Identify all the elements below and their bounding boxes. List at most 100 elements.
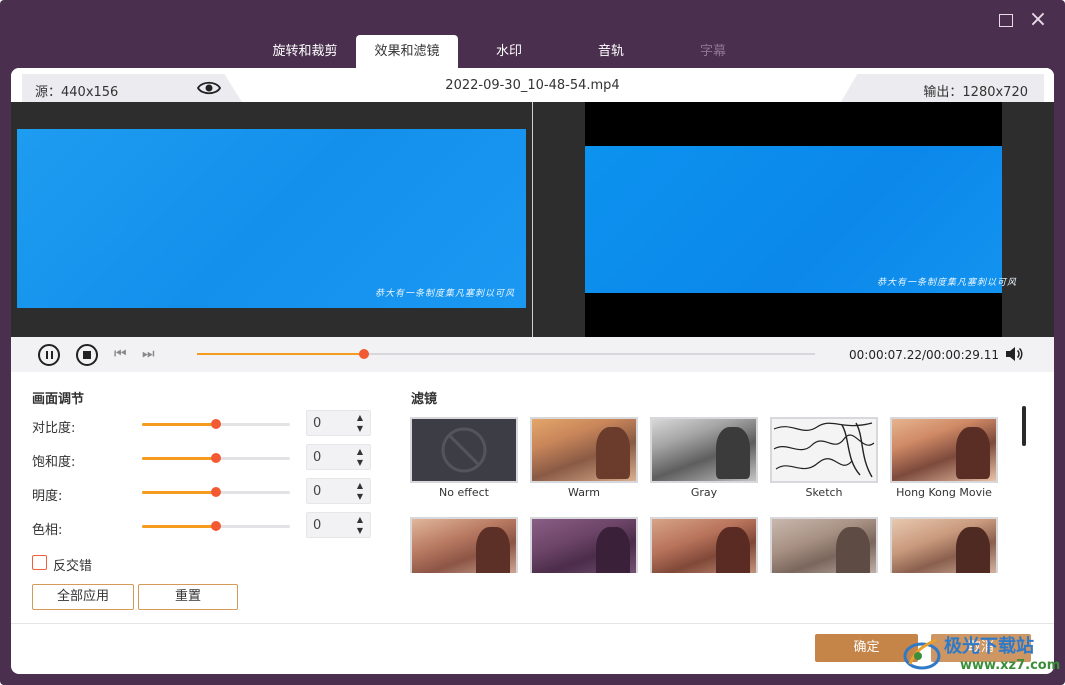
decrement-icon[interactable]: ▼ xyxy=(354,526,366,536)
filter-label: Gray xyxy=(690,486,718,499)
previous-frame-icon[interactable]: ⏮ xyxy=(114,345,127,363)
tab-watermark[interactable]: 水印 xyxy=(458,35,560,68)
slider-fill xyxy=(142,525,216,528)
tab-subtitles: 字幕 xyxy=(699,44,726,59)
increment-icon[interactable]: ▲ xyxy=(354,481,366,491)
brightness-label: 明度: xyxy=(32,489,63,504)
source-preview: 恭大有一条制度集凡塞刺以可风 xyxy=(11,102,532,337)
saturation-value[interactable]: 0 xyxy=(313,450,321,465)
filter-thumbnail xyxy=(890,517,998,573)
increment-icon[interactable]: ▲ xyxy=(354,447,366,457)
filter-label: Warm xyxy=(568,486,600,499)
filter-thumbnail xyxy=(770,417,878,483)
saturation-slider[interactable] xyxy=(142,453,290,463)
contrast-row: 对比度: 0 ▲ ▼ xyxy=(11,410,391,438)
contrast-slider[interactable] xyxy=(142,419,290,429)
slider-fill xyxy=(142,457,216,460)
filter-item[interactable] xyxy=(410,517,518,573)
editor-panel: 源：440x156 2022-09-30_10-48-54.mp4 输出：128… xyxy=(11,68,1054,674)
volume-icon[interactable] xyxy=(1005,346,1023,362)
filter-item[interactable] xyxy=(650,517,758,573)
slider-fill xyxy=(142,491,216,494)
brightness-slider[interactable] xyxy=(142,487,290,497)
sketch-pattern xyxy=(773,422,875,478)
output-video-frame xyxy=(585,146,1002,293)
slider-knob[interactable] xyxy=(211,419,221,429)
slider-knob[interactable] xyxy=(211,521,221,531)
info-bar: 源：440x156 2022-09-30_10-48-54.mp4 输出：128… xyxy=(11,68,1054,102)
filter-thumbnail xyxy=(650,517,758,573)
increment-icon[interactable]: ▲ xyxy=(354,515,366,525)
filter-label: Sketch xyxy=(805,486,843,499)
stop-button[interactable] xyxy=(76,344,98,366)
saturation-row: 饱和度: 0 ▲ ▼ xyxy=(11,444,391,472)
increment-icon[interactable]: ▲ xyxy=(354,413,366,423)
site-logo-title: 极光下载站 xyxy=(944,636,1034,657)
hue-row: 色相: 0 ▲ ▼ xyxy=(11,512,391,540)
pause-icon xyxy=(46,351,53,359)
filter-label: No effect xyxy=(439,486,489,499)
picture-adjust-section: 画面调节 对比度: 0 ▲ ▼ 饱和度: 0 ▲ ▼ 明度: 0 ▲ ▼ 色相:… xyxy=(11,372,391,622)
site-logo-url: www.xz7.com xyxy=(960,658,1061,673)
contrast-label: 对比度: xyxy=(32,421,76,436)
decrement-icon[interactable]: ▼ xyxy=(354,492,366,502)
brightness-stepper[interactable]: 0 ▲ ▼ xyxy=(306,478,371,504)
deinterlace-label: 反交错 xyxy=(53,559,93,574)
progress-knob[interactable] xyxy=(358,349,369,359)
stop-icon xyxy=(83,351,91,359)
brightness-row: 明度: 0 ▲ ▼ xyxy=(11,478,391,506)
footer-divider xyxy=(11,623,1054,624)
preview-divider xyxy=(532,102,533,337)
pause-button[interactable] xyxy=(38,344,60,366)
preview-area: 恭大有一条制度集凡塞刺以可风 恭大有一条制度集凡塞刺以可风 xyxy=(11,102,1054,337)
video-watermark-text: 恭大有一条制度集凡塞刺以可风 xyxy=(375,289,516,299)
hue-stepper[interactable]: 0 ▲ ▼ xyxy=(306,512,371,538)
playback-progress-bar[interactable] xyxy=(197,349,815,359)
editor-window: × 旋转和裁剪 效果和滤镜 水印 音轨 字幕 源：440x156 2022-09… xyxy=(0,0,1065,685)
filters-scrollbar[interactable] xyxy=(1022,406,1026,446)
tab-rotate-crop[interactable]: 旋转和裁剪 xyxy=(254,35,356,68)
slider-fill xyxy=(142,423,216,426)
playback-controls: ⏮ ⏭ 00:00:07.22/00:00:29.11 xyxy=(11,337,1054,372)
saturation-stepper[interactable]: 0 ▲ ▼ xyxy=(306,444,371,470)
output-resolution: 输出：1280x720 xyxy=(923,85,1028,100)
progress-fill xyxy=(197,353,364,355)
filter-thumbnail xyxy=(770,517,878,573)
filter-thumbnail xyxy=(530,417,638,483)
slider-knob[interactable] xyxy=(211,453,221,463)
deinterlace-checkbox[interactable] xyxy=(32,555,47,570)
filter-thumbnail xyxy=(410,517,518,573)
no-effect-icon xyxy=(441,427,487,473)
site-watermark-logo: 极光下载站 www.xz7.com xyxy=(900,630,1060,680)
hue-value[interactable]: 0 xyxy=(313,518,321,533)
brightness-value[interactable]: 0 xyxy=(313,484,321,499)
apply-all-button[interactable]: 全部应用 xyxy=(32,584,134,610)
tab-audio-track[interactable]: 音轨 xyxy=(560,35,662,68)
filter-label: Hong Kong Movie xyxy=(896,486,992,499)
decrement-icon[interactable]: ▼ xyxy=(354,424,366,434)
slider-knob[interactable] xyxy=(211,487,221,497)
filters-title: 滤镜 xyxy=(411,392,438,407)
next-frame-icon[interactable]: ⏭ xyxy=(142,345,155,363)
tab-effects-filters[interactable]: 效果和滤镜 xyxy=(356,35,458,68)
filter-thumbnail xyxy=(410,417,518,483)
filter-thumbnail xyxy=(650,417,758,483)
source-video-frame xyxy=(17,129,526,308)
contrast-value[interactable]: 0 xyxy=(313,416,321,431)
reset-button[interactable]: 重置 xyxy=(138,584,238,610)
tab-bar: 旋转和裁剪 效果和滤镜 水印 音轨 字幕 xyxy=(254,35,764,68)
adjust-title: 画面调节 xyxy=(32,392,85,407)
close-icon[interactable]: × xyxy=(1028,9,1048,31)
filter-thumbnail xyxy=(890,417,998,483)
filters-section: 滤镜 No effect Warm Gray Sketch Hong Kong … xyxy=(401,372,1054,622)
video-watermark-text: 恭大有一条制度集凡塞刺以可风 xyxy=(877,278,1018,288)
maximize-icon[interactable] xyxy=(996,10,1016,30)
hue-slider[interactable] xyxy=(142,521,290,531)
site-logo-icon xyxy=(903,638,941,670)
contrast-stepper[interactable]: 0 ▲ ▼ xyxy=(306,410,371,436)
hue-label: 色相: xyxy=(32,523,63,538)
filter-item[interactable] xyxy=(530,517,638,573)
decrement-icon[interactable]: ▼ xyxy=(354,458,366,468)
filter-item[interactable] xyxy=(770,517,878,573)
filter-item[interactable] xyxy=(890,517,998,573)
